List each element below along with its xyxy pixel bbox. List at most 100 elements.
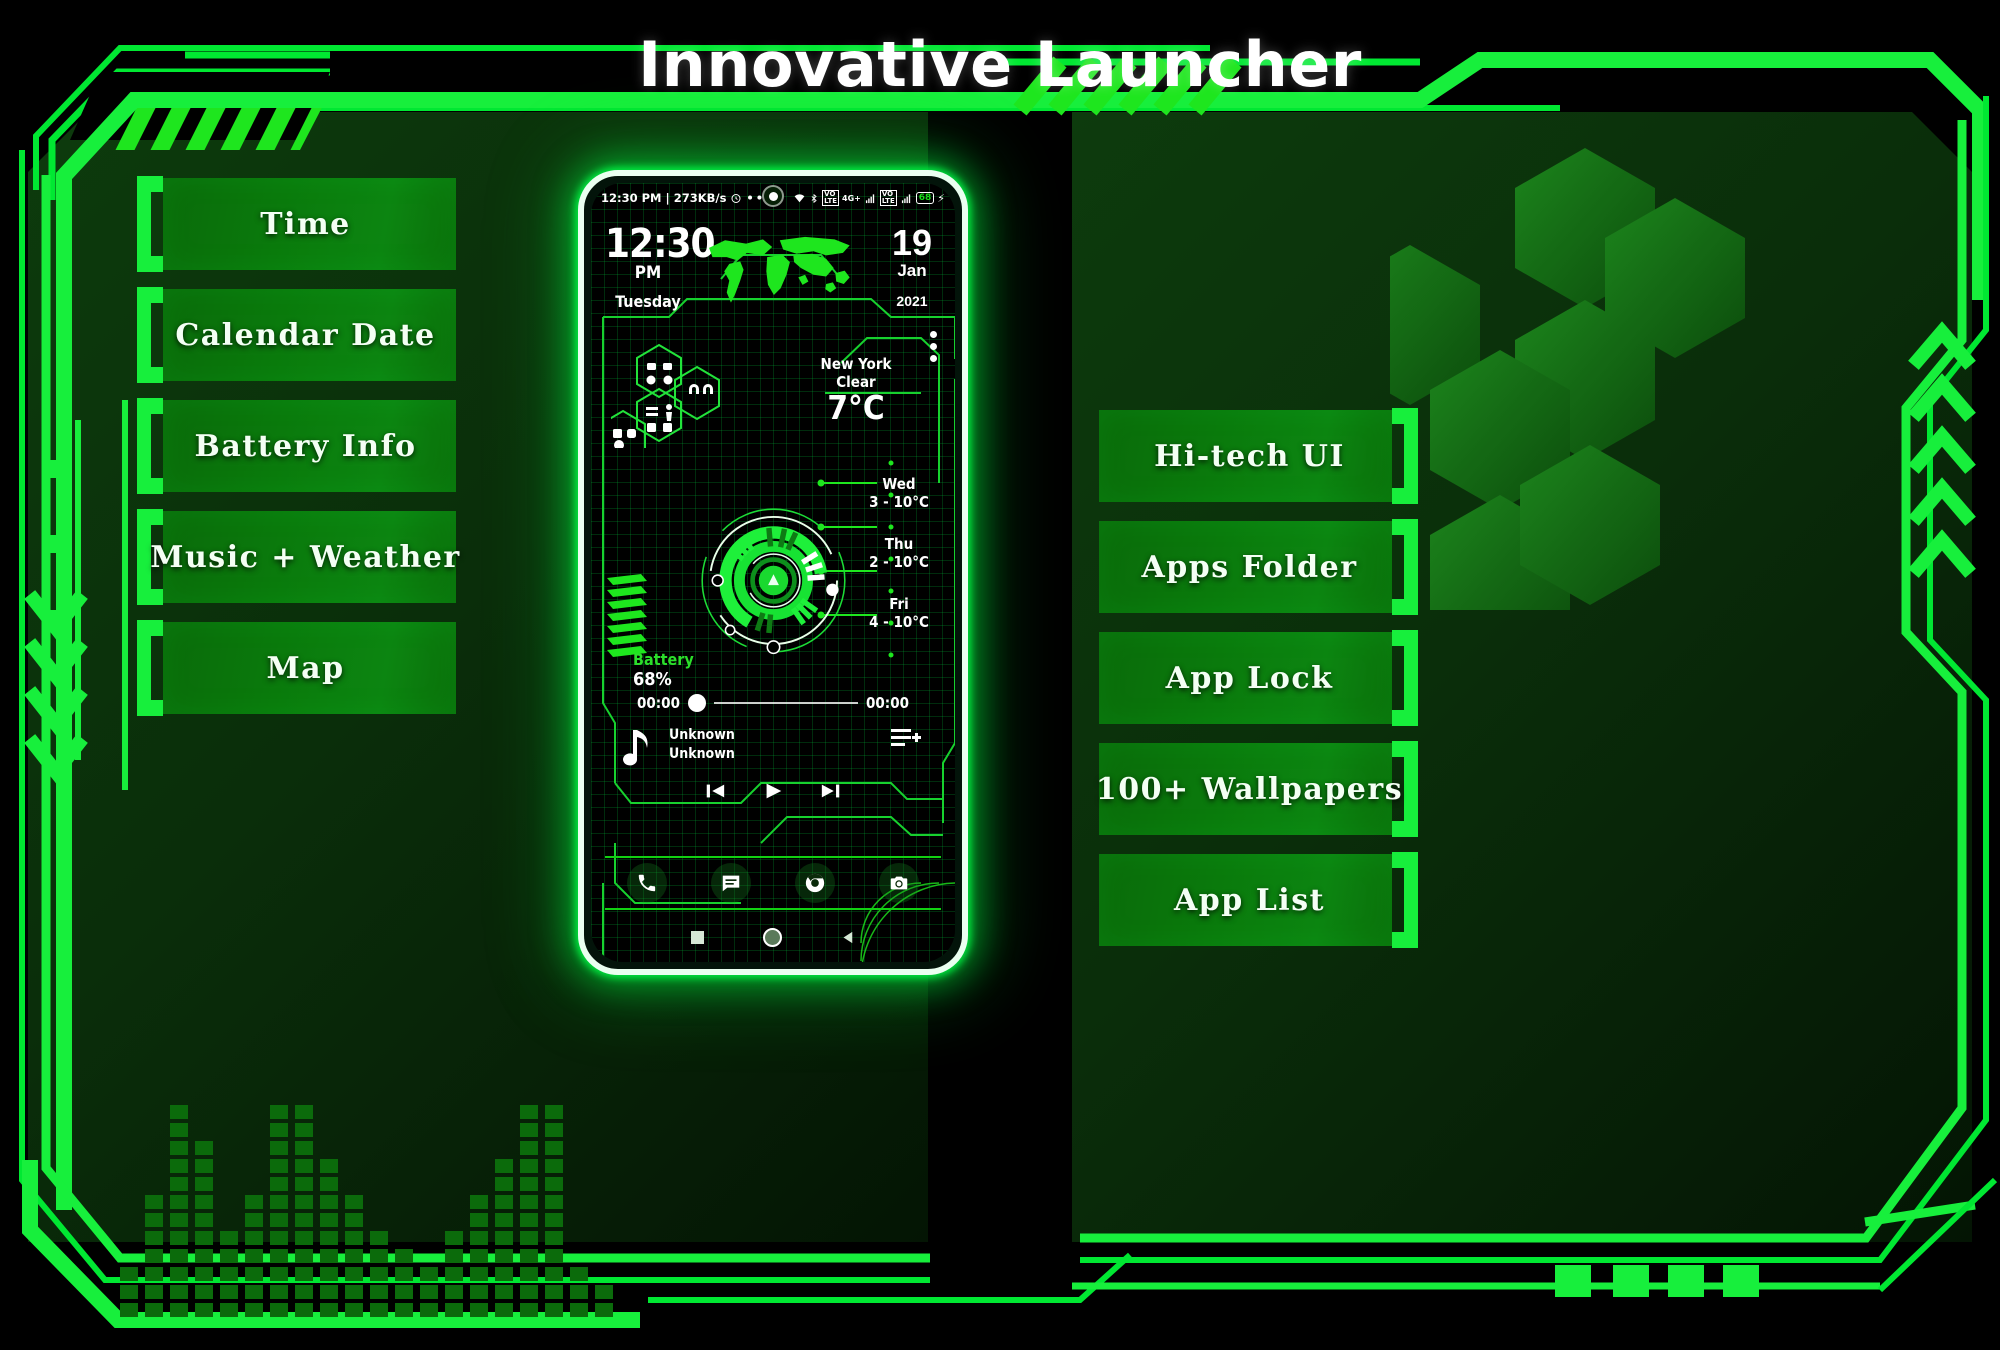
equalizer-block (470, 1195, 488, 1209)
equalizer-block (470, 1249, 488, 1263)
dock-item-messages[interactable] (711, 863, 751, 903)
dock-item-chrome[interactable] (795, 863, 835, 903)
playlist-add-icon[interactable] (891, 726, 921, 750)
equalizer-block (295, 1177, 313, 1191)
equalizer-block (320, 1159, 338, 1173)
battery-value: 68% (633, 669, 672, 690)
dock-item-phone[interactable] (627, 863, 667, 903)
feature-button-wallpapers[interactable]: 100+ Wallpapers (1077, 741, 1422, 837)
battery-label: Battery (633, 650, 694, 669)
equalizer-block (520, 1159, 538, 1173)
weather-temperature: 7°C (827, 388, 885, 427)
equalizer-block (520, 1213, 538, 1227)
skip-previous-icon[interactable] (703, 780, 727, 802)
forecast-day: Fri (889, 595, 909, 613)
equalizer-block (170, 1213, 188, 1227)
equalizer-block (170, 1303, 188, 1317)
equalizer-block (245, 1195, 263, 1209)
equalizer-block (470, 1303, 488, 1317)
equalizer-block (245, 1303, 263, 1317)
equalizer-block (545, 1285, 563, 1299)
equalizer-block (170, 1177, 188, 1191)
player-elapsed: 00:00 (637, 694, 680, 712)
weather-city: New York (820, 355, 892, 373)
play-icon[interactable] (761, 780, 785, 802)
equalizer-block (295, 1303, 313, 1317)
player-transport-controls[interactable] (609, 780, 937, 802)
equalizer-block (145, 1249, 163, 1263)
music-note-icon (623, 730, 648, 766)
messages-icon (722, 875, 740, 892)
dock-item-camera[interactable] (879, 863, 919, 903)
equalizer-block (370, 1231, 388, 1245)
equalizer-block (445, 1303, 463, 1317)
equalizer-block (295, 1159, 313, 1173)
app-folder-hexagons[interactable] (600, 343, 731, 465)
feature-button-hi-tech-ui[interactable]: Hi-tech UI (1077, 408, 1422, 504)
feature-button-calendar-date[interactable]: Calendar Date (133, 287, 478, 383)
equalizer-block (145, 1303, 163, 1317)
world-map-icon (709, 236, 850, 303)
app-dock[interactable] (605, 856, 941, 910)
equalizer-block (320, 1249, 338, 1263)
hud-dial-icon[interactable] (696, 503, 851, 658)
equalizer-block (195, 1231, 213, 1245)
recents-square-icon[interactable] (690, 930, 704, 944)
feature-button-apps-folder[interactable]: Apps Folder (1077, 519, 1422, 615)
player-title: Unknown (669, 727, 735, 743)
forecast-day: Thu (884, 535, 914, 553)
equalizer-block (295, 1195, 313, 1209)
equalizer-block (220, 1249, 238, 1263)
feature-button-battery-info[interactable]: Battery Info (133, 398, 478, 494)
signal-bars-icon (865, 193, 875, 203)
equalizer-block (345, 1213, 363, 1227)
equalizer-block (295, 1285, 313, 1299)
music-player-widget[interactable]: 00:00 00:00 Unknown Unknown (609, 694, 937, 844)
back-triangle-icon[interactable] (841, 930, 856, 945)
equalizer-block (570, 1303, 588, 1317)
equalizer-block (545, 1141, 563, 1155)
player-progress-row[interactable]: 00:00 00:00 (609, 694, 937, 712)
forecast-day: Wed (882, 475, 916, 493)
feature-button-music-weather[interactable]: Music + Weather (133, 509, 478, 605)
equalizer-block (545, 1249, 563, 1263)
network-label: 4G+ (842, 193, 861, 203)
feature-button-time[interactable]: Time (133, 176, 478, 272)
equalizer-block (445, 1285, 463, 1299)
equalizer-block (545, 1177, 563, 1191)
equalizer-block (145, 1195, 163, 1209)
home-circle-icon[interactable] (762, 927, 782, 947)
forecast-item: Thu 2 - 10°C (857, 535, 941, 571)
player-seek-handle[interactable] (687, 694, 706, 712)
equalizer-block (445, 1231, 463, 1245)
feature-button-map[interactable]: Map (133, 620, 478, 716)
date-year: 2021 (896, 293, 928, 309)
battery-level-bars (607, 574, 651, 662)
equalizer-block (245, 1213, 263, 1227)
vertical-dots-icon[interactable] (930, 331, 937, 367)
camera-icon (890, 876, 908, 890)
equalizer-block (495, 1249, 513, 1263)
alarm-icon (731, 194, 741, 203)
equalizer-block (370, 1267, 388, 1281)
equalizer-block (545, 1231, 563, 1245)
player-seek-track[interactable] (713, 702, 859, 704)
player-meta: Unknown Unknown (669, 726, 735, 764)
battery-widget: Battery 68% (633, 650, 694, 690)
volte-icon: VO LTE (879, 190, 897, 206)
weather-widget[interactable]: New York Clear 7°C (796, 355, 916, 426)
equalizer-block (345, 1249, 363, 1263)
equalizer-block (545, 1159, 563, 1173)
forecast-range: 3 - 10°C (869, 493, 929, 511)
equalizer-block (520, 1303, 538, 1317)
skip-next-icon[interactable] (819, 780, 843, 802)
equalizer-block (270, 1285, 288, 1299)
equalizer-block (170, 1231, 188, 1245)
feature-button-label: Hi-tech UI (1154, 438, 1345, 474)
clock-date-widget[interactable]: 12:30 PM Tuesday 19 Jan 2021 (591, 224, 955, 317)
equalizer-block (395, 1285, 413, 1299)
equalizer-bar (145, 1195, 163, 1317)
system-navigation-bar[interactable] (591, 920, 955, 954)
feature-button-app-list[interactable]: App List (1077, 852, 1422, 948)
feature-button-app-lock[interactable]: App Lock (1077, 630, 1422, 726)
